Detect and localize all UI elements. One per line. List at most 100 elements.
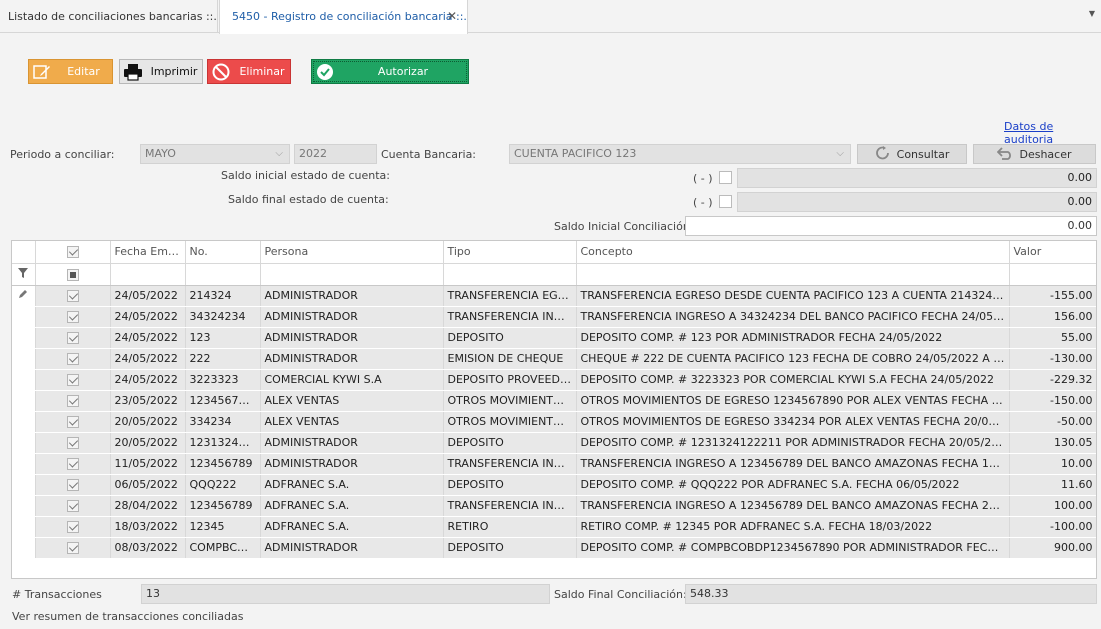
consult-button[interactable]: Consultar — [857, 144, 967, 164]
summary-link[interactable]: Ver resumen de transacciones conciliadas — [12, 610, 243, 623]
row-checkbox[interactable] — [66, 542, 79, 554]
audit-data-link[interactable]: Datos de auditoria — [1004, 120, 1101, 146]
cell-no[interactable]: 222 — [185, 348, 261, 370]
cell-valor[interactable]: -100.00 — [1009, 516, 1096, 538]
cell-concepto[interactable]: TRANSFERENCIA INGRESO A 34324234 DEL BAN… — [576, 306, 1010, 328]
tab-registro[interactable]: 5450 - Registro de conciliación bancaria… — [219, 0, 468, 34]
cell-valor[interactable]: -50.00 — [1009, 411, 1096, 433]
cell-tipo[interactable]: DEPOSITO — [443, 432, 577, 454]
cell-no[interactable]: 123456789 — [185, 453, 261, 475]
cell-fecha[interactable]: 18/03/2022 — [110, 516, 186, 538]
filter-cell[interactable] — [443, 263, 577, 286]
cell-fecha[interactable]: 20/05/2022 — [110, 411, 186, 433]
cell-concepto[interactable]: RETIRO COMP. # 12345 POR ADFRANEC S.A. F… — [576, 516, 1010, 538]
cell-valor[interactable]: -229.32 — [1009, 369, 1096, 391]
cell-tipo[interactable]: TRANSFERENCIA EGRE... — [443, 285, 577, 307]
row-checkbox-cell[interactable] — [35, 432, 111, 454]
cell-no[interactable]: 123132412... — [185, 432, 261, 454]
row-checkbox-cell[interactable] — [35, 306, 111, 328]
cell-fecha[interactable]: 24/05/2022 — [110, 306, 186, 328]
cell-no[interactable]: 34324234 — [185, 306, 261, 328]
filter-cell[interactable] — [576, 263, 1010, 286]
cell-concepto[interactable]: DEPOSITO COMP. # COMPBCOBDP1234567890 PO… — [576, 537, 1010, 559]
cell-valor[interactable]: 11.60 — [1009, 474, 1096, 496]
cell-valor[interactable]: 10.00 — [1009, 453, 1096, 475]
cell-persona[interactable]: ADMINISTRADOR — [260, 285, 444, 307]
row-checkbox-cell[interactable] — [35, 537, 111, 559]
cell-valor[interactable]: -155.00 — [1009, 285, 1096, 307]
row-checkbox-cell[interactable] — [35, 327, 111, 349]
cell-no[interactable]: 3223323 — [185, 369, 261, 391]
cell-persona[interactable]: ADMINISTRADOR — [260, 348, 444, 370]
row-checkbox[interactable] — [66, 458, 79, 470]
cell-persona[interactable]: ALEX VENTAS — [260, 411, 444, 433]
table-row[interactable]: 24/05/2022 222 ADMINISTRADOR EMISION DE CHE… — [12, 348, 1096, 370]
header-tipo[interactable]: Tipo — [443, 241, 577, 264]
cell-concepto[interactable]: OTROS MOVIMIENTOS DE EGRESO 334234 POR A… — [576, 411, 1010, 433]
row-checkbox[interactable] — [66, 395, 79, 407]
row-checkbox[interactable] — [66, 437, 79, 449]
cell-persona[interactable]: ADMINISTRADOR — [260, 432, 444, 454]
row-checkbox[interactable] — [66, 479, 79, 491]
table-row[interactable]: 24/05/2022 34324234 ADMINISTRADOR TRANSFERE… — [12, 306, 1096, 328]
tab-listado[interactable]: Listado de conciliaciones bancarias ::. — [0, 0, 218, 33]
filter-cell[interactable] — [1009, 263, 1096, 286]
saldo-final-conciliacion-field[interactable]: 548.33 — [685, 584, 1097, 604]
cell-tipo[interactable]: DEPOSITO — [443, 474, 577, 496]
cell-fecha[interactable]: 06/05/2022 — [110, 474, 186, 496]
cell-no[interactable]: 334234 — [185, 411, 261, 433]
table-row[interactable]: 24/05/2022 3223323 COMERCIAL KYWI S.A DEPOS… — [12, 369, 1096, 391]
cell-tipo[interactable]: TRANSFERENCIA INGR... — [443, 453, 577, 475]
row-checkbox[interactable] — [66, 290, 79, 302]
cell-concepto[interactable]: TRANSFERENCIA INGRESO A 123456789 DEL BA… — [576, 453, 1010, 475]
table-row[interactable]: 24/05/2022 123 ADMINISTRADOR DEPOSITO DEPOSI… — [12, 327, 1096, 349]
cell-concepto[interactable]: DEPOSITO COMP. # 3223323 POR COMERCIAL K… — [576, 369, 1010, 391]
cell-tipo[interactable]: OTROS MOVIMIENTOS ... — [443, 411, 577, 433]
cell-fecha[interactable]: 28/04/2022 — [110, 495, 186, 517]
cell-persona[interactable]: ADFRANEC S.A. — [260, 474, 444, 496]
filter-cell[interactable] — [260, 263, 444, 286]
sign-checkbox-final[interactable] — [719, 195, 732, 208]
header-valor[interactable]: Valor — [1009, 241, 1096, 264]
row-checkbox-cell[interactable] — [35, 516, 111, 538]
delete-button[interactable]: Eliminar — [207, 59, 291, 84]
cell-concepto[interactable]: TRANSFERENCIA EGRESO DESDE CUENTA PACIFI… — [576, 285, 1010, 307]
row-checkbox[interactable] — [66, 311, 79, 323]
row-checkbox-cell[interactable] — [35, 285, 111, 307]
table-row[interactable]: 24/05/2022 214324 ADMINISTRADOR TRANSFERENC… — [12, 285, 1096, 307]
cell-fecha[interactable]: 11/05/2022 — [110, 453, 186, 475]
cell-tipo[interactable]: RETIRO — [443, 516, 577, 538]
cell-tipo[interactable]: DEPOSITO — [443, 327, 577, 349]
cell-no[interactable]: 123 — [185, 327, 261, 349]
cell-valor[interactable]: -150.00 — [1009, 390, 1096, 412]
cell-valor[interactable]: 156.00 — [1009, 306, 1096, 328]
row-checkbox-cell[interactable] — [35, 453, 111, 475]
cell-no[interactable]: COMPBCOB... — [185, 537, 261, 559]
cell-tipo[interactable]: EMISION DE CHEQUE — [443, 348, 577, 370]
account-select[interactable]: CUENTA PACIFICO 123 ⌵ — [509, 144, 851, 164]
cell-tipo[interactable]: OTROS MOVIMIENTOS ... — [443, 390, 577, 412]
cell-tipo[interactable]: TRANSFERENCIA INGR... — [443, 306, 577, 328]
row-checkbox[interactable] — [66, 500, 79, 512]
cell-persona[interactable]: ADMINISTRADOR — [260, 306, 444, 328]
cell-concepto[interactable]: CHEQUE # 222 DE CUENTA PACIFICO 123 FECH… — [576, 348, 1010, 370]
row-checkbox[interactable] — [66, 374, 79, 386]
row-checkbox-cell[interactable] — [35, 348, 111, 370]
table-row[interactable]: 20/05/2022 334234 ALEX VENTAS OTROS MOVIMIE… — [12, 411, 1096, 433]
table-row[interactable]: 18/03/2022 12345 ADFRANEC S.A. RETIRO RETIR… — [12, 516, 1096, 538]
table-row[interactable]: 20/05/2022 123132412... ADMINISTRADOR DEPOS… — [12, 432, 1096, 454]
transactions-count-field[interactable]: 13 — [141, 584, 550, 604]
cell-fecha[interactable]: 24/05/2022 — [110, 348, 186, 370]
filter-cell[interactable] — [110, 263, 186, 286]
row-checkbox[interactable] — [66, 332, 79, 344]
cell-valor[interactable]: 100.00 — [1009, 495, 1096, 517]
filter-checkbox[interactable] — [66, 268, 79, 281]
cell-persona[interactable]: ADMINISTRADOR — [260, 327, 444, 349]
cell-tipo[interactable]: DEPOSITO PROVEEDOR... — [443, 369, 577, 391]
row-checkbox-cell[interactable] — [35, 495, 111, 517]
row-checkbox-cell[interactable] — [35, 411, 111, 433]
table-row[interactable]: 08/03/2022 COMPBCOB... ADMINISTRADOR DEPOSI… — [12, 537, 1096, 559]
cell-no[interactable]: 214324 — [185, 285, 261, 307]
header-select-all[interactable] — [35, 241, 111, 264]
cell-valor[interactable]: 900.00 — [1009, 537, 1096, 559]
